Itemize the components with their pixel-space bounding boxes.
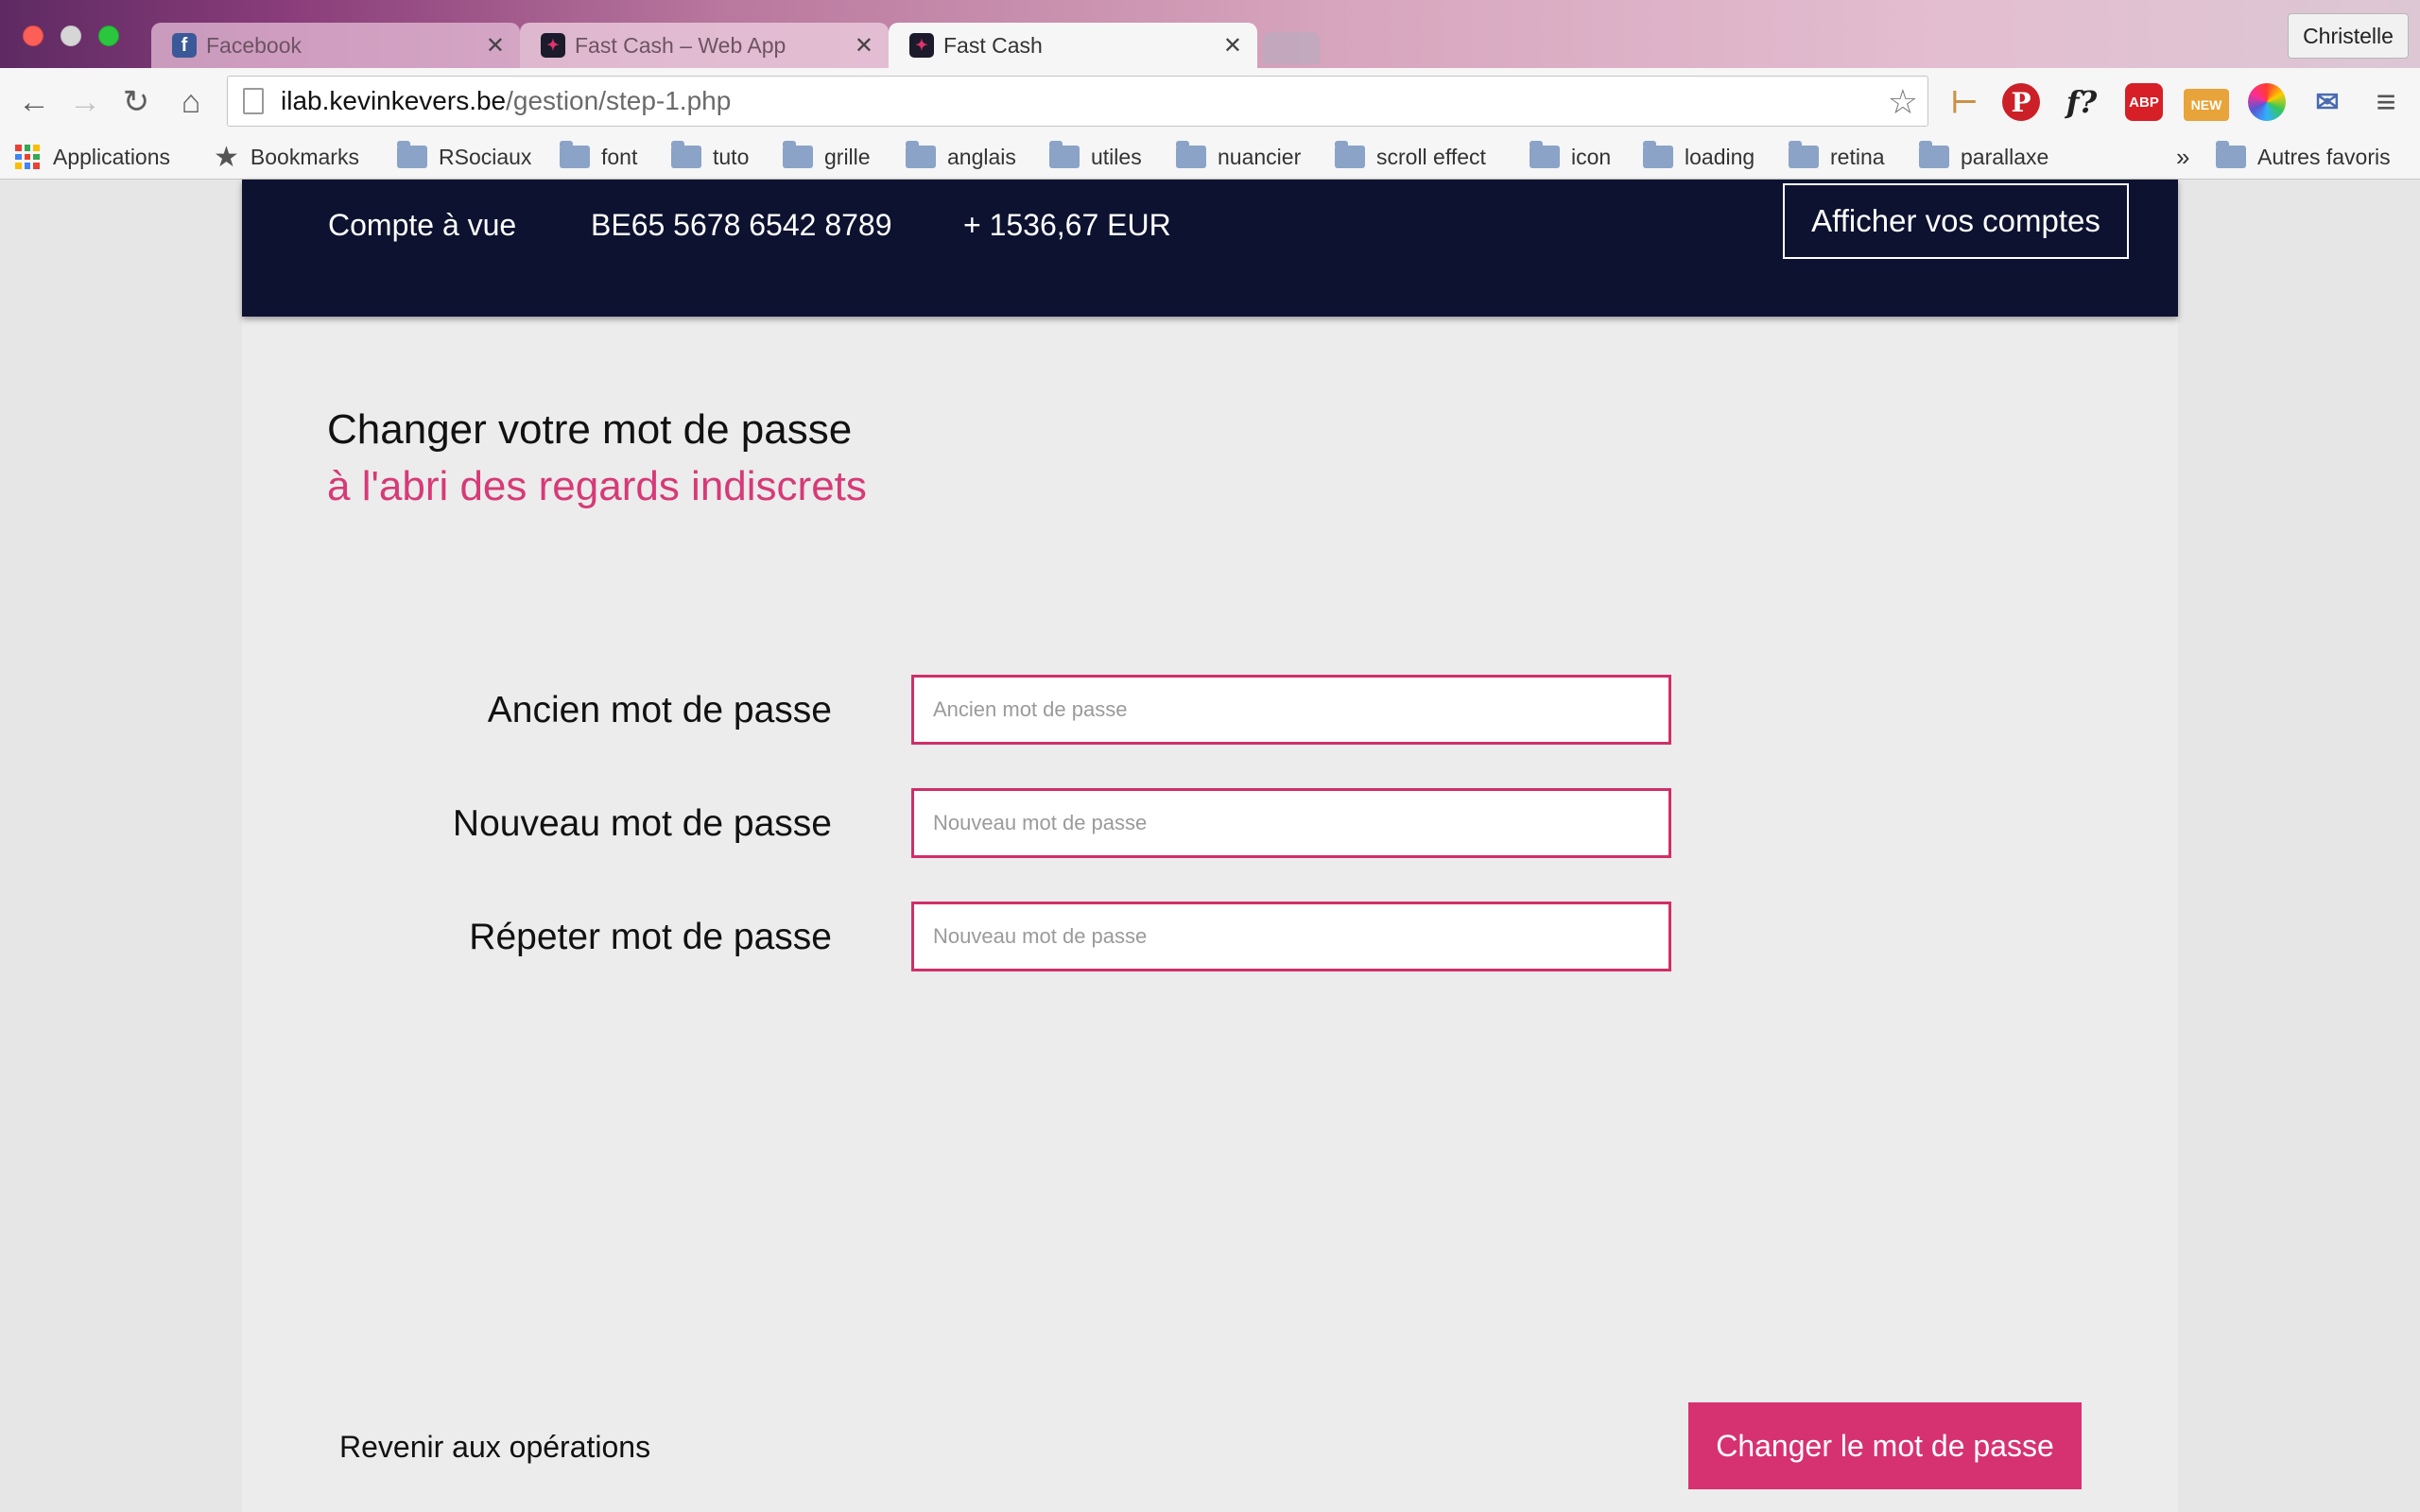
- bookmark-label: tuto: [713, 144, 750, 169]
- bookmark-label: Bookmarks: [250, 144, 359, 169]
- adblock-icon[interactable]: ABP: [2125, 83, 2163, 121]
- account-balance: + 1536,67 EUR: [963, 208, 1171, 242]
- font-finder-icon[interactable]: f?: [2063, 83, 2100, 121]
- folder-icon: [783, 141, 813, 168]
- back-arrow-icon[interactable]: ←: [13, 81, 55, 123]
- page-title: Changer votre mot de passe: [327, 406, 853, 453]
- bookmark-folder[interactable]: tuto: [671, 140, 749, 174]
- bookmark-label: scroll effect: [1376, 144, 1486, 169]
- bookmark-folder[interactable]: anglais: [906, 140, 1016, 174]
- ruler-extension-icon[interactable]: ⊢: [1945, 83, 1983, 121]
- url-host: ilab.kevinkevers.be: [281, 86, 507, 115]
- bookmark-folder[interactable]: parallaxe: [1919, 140, 2048, 174]
- bookmark-label: loading: [1685, 144, 1755, 169]
- folder-icon: [397, 141, 427, 168]
- new-password-input[interactable]: [911, 788, 1671, 858]
- facebook-icon: f: [172, 33, 197, 58]
- new-password-label: Nouveau mot de passe: [452, 803, 832, 844]
- folder-icon: [560, 141, 590, 168]
- window-close-button[interactable]: [23, 26, 43, 46]
- bookmark-label: retina: [1830, 144, 1885, 169]
- bookmark-star-icon[interactable]: ☆: [1888, 82, 1918, 122]
- forward-arrow-icon[interactable]: →: [64, 81, 106, 123]
- bookmark-folder[interactable]: RSociaux: [397, 140, 531, 174]
- old-password-input[interactable]: [911, 675, 1671, 745]
- tab-close-icon[interactable]: ✕: [855, 32, 873, 60]
- tab-label: Fast Cash – Web App: [575, 32, 786, 58]
- repeat-password-label: Répeter mot de passe: [469, 917, 832, 957]
- reload-icon[interactable]: ↻: [115, 81, 157, 123]
- new-extension-icon[interactable]: NEW: [2184, 89, 2229, 121]
- bookmark-label: icon: [1571, 144, 1612, 169]
- bookmarks-overflow-chevron[interactable]: »: [2176, 140, 2189, 174]
- folder-icon: [1176, 141, 1206, 168]
- bookmark-folder[interactable]: font: [560, 140, 637, 174]
- new-tab-button[interactable]: [1263, 32, 1320, 64]
- folder-icon: [2216, 141, 2246, 168]
- bookmark-folder[interactable]: grille: [783, 140, 871, 174]
- url-path: /gestion/step-1.php: [506, 86, 732, 115]
- show-accounts-button[interactable]: Afficher vos comptes: [1783, 183, 2129, 259]
- tab-label: Facebook: [206, 32, 302, 58]
- bookmark-folder[interactable]: icon: [1530, 140, 1611, 174]
- tab-fast-cash[interactable]: ✦ Fast Cash ✕: [889, 23, 1257, 68]
- folder-icon: [1335, 141, 1365, 168]
- bookmark-folder[interactable]: scroll effect: [1335, 140, 1486, 174]
- bookmark-label: anglais: [947, 144, 1016, 169]
- messenger-extension-icon[interactable]: ✉: [2308, 83, 2346, 121]
- change-password-button[interactable]: Changer le mot de passe: [1688, 1402, 2082, 1489]
- bookmark-label: nuancier: [1218, 144, 1302, 169]
- account-type: Compte à vue: [328, 208, 517, 242]
- browser-toolbar: ← → ↻ ⌂ ilab.kevinkevers.be/gestion/step…: [0, 68, 2420, 136]
- folder-icon: [1643, 141, 1673, 168]
- tab-close-icon[interactable]: ✕: [1223, 32, 1242, 60]
- tab-label: Fast Cash: [943, 32, 1043, 58]
- bookmarks-bar: Applications ★ Bookmarks RSociaux font t…: [0, 136, 2420, 180]
- color-wheel-icon[interactable]: [2248, 83, 2286, 121]
- browser-titlebar: f Facebook ✕ ✦ Fast Cash – Web App ✕ ✦ F…: [0, 0, 2420, 68]
- folder-icon: [1919, 141, 1949, 168]
- bookmark-label: font: [601, 144, 638, 169]
- page-subtitle: à l'abri des regards indiscrets: [327, 463, 867, 509]
- bookmark-folder[interactable]: nuancier: [1176, 140, 1301, 174]
- profile-button[interactable]: Christelle: [2288, 13, 2409, 59]
- bookmark-folder[interactable]: retina: [1789, 140, 1885, 174]
- bookmark-applications[interactable]: Applications: [15, 140, 170, 174]
- bookmark-label: Applications: [53, 144, 171, 169]
- bookmark-folder[interactable]: loading: [1643, 140, 1754, 174]
- account-header: Compte à vue BE65 5678 6542 8789 + 1536,…: [242, 180, 2178, 317]
- tab-fast-cash-web-app[interactable]: ✦ Fast Cash – Web App ✕: [520, 23, 889, 68]
- folder-icon: [1789, 141, 1819, 168]
- back-to-operations-link[interactable]: Revenir aux opérations: [339, 1430, 650, 1465]
- folder-icon: [1049, 141, 1080, 168]
- bookmark-bookmarks[interactable]: ★ Bookmarks: [214, 140, 359, 174]
- bookmark-label: utiles: [1091, 144, 1142, 169]
- home-icon[interactable]: ⌂: [170, 81, 212, 123]
- folder-icon: [906, 141, 936, 168]
- window-zoom-button[interactable]: [98, 26, 119, 46]
- folder-icon: [671, 141, 701, 168]
- menu-icon[interactable]: ≡: [2367, 82, 2405, 121]
- pinterest-icon[interactable]: P: [2002, 83, 2040, 121]
- fastcash-icon: ✦: [541, 33, 565, 58]
- account-iban: BE65 5678 6542 8789: [591, 208, 892, 242]
- bookmark-label: parallaxe: [1961, 144, 2049, 169]
- tab-close-icon[interactable]: ✕: [486, 32, 505, 60]
- bookmark-other-favorites[interactable]: Autres favoris: [2216, 140, 2391, 174]
- folder-icon: [1530, 141, 1560, 168]
- page-icon: [243, 88, 264, 114]
- tab-facebook[interactable]: f Facebook ✕: [151, 23, 520, 68]
- bookmark-label: grille: [824, 144, 871, 169]
- apps-grid-icon: [15, 145, 40, 169]
- old-password-label: Ancien mot de passe: [487, 690, 832, 730]
- bookmark-folder[interactable]: utiles: [1049, 140, 1142, 174]
- address-bar[interactable]: ilab.kevinkevers.be/gestion/step-1.php ☆: [227, 76, 1928, 127]
- fastcash-icon: ✦: [909, 33, 934, 58]
- page-content: Compte à vue BE65 5678 6542 8789 + 1536,…: [242, 180, 2178, 1512]
- star-icon: ★: [214, 141, 239, 173]
- bookmark-label: Autres favoris: [2257, 144, 2391, 169]
- bookmark-label: RSociaux: [439, 144, 532, 169]
- window-minimize-button[interactable]: [60, 26, 81, 46]
- repeat-password-input[interactable]: [911, 902, 1671, 971]
